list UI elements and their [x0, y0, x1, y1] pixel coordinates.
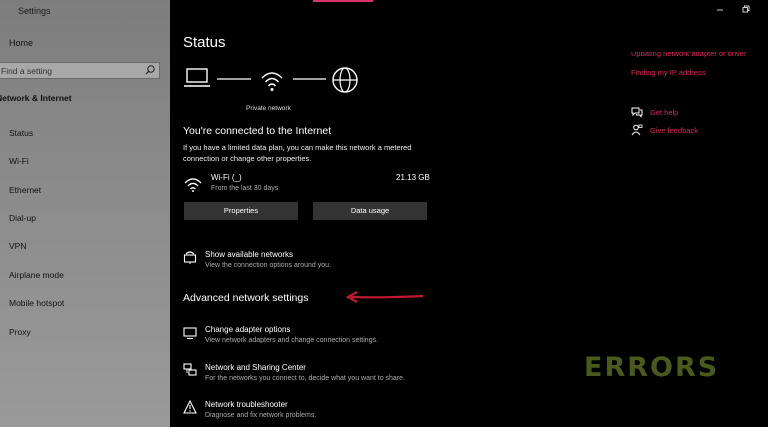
watermark: ERRORS: [584, 352, 720, 383]
sidebar-item-wifi[interactable]: Wi-Fi: [9, 156, 29, 166]
available-networks-icon: [183, 251, 197, 264]
change-adapter-link[interactable]: Change adapter options: [205, 325, 290, 334]
sidebar: Settings Home Find a setting Network & I…: [0, 0, 170, 427]
restore-icon: [742, 5, 750, 13]
show-networks-desc: View the connection options around you.: [205, 262, 331, 269]
feedback-icon: [631, 124, 643, 136]
page-title: Status: [183, 34, 226, 51]
minimize-button[interactable]: [716, 5, 724, 15]
sidebar-item-dialup[interactable]: Dial-up: [9, 213, 36, 223]
troubleshooter-desc: Diagnose and fix network problems.: [205, 412, 317, 419]
sidebar-item-proxy[interactable]: Proxy: [9, 327, 31, 337]
wifi-signal-icon: [184, 178, 202, 192]
show-networks-link[interactable]: Show available networks: [205, 250, 293, 259]
properties-button[interactable]: Properties: [184, 202, 298, 220]
connection-heading: You're connected to the Internet: [183, 125, 332, 137]
get-help-link[interactable]: Get help: [650, 108, 678, 117]
updating-adapter-link[interactable]: Updating network adapter or driver: [631, 52, 768, 59]
sidebar-item-ethernet[interactable]: Ethernet: [9, 185, 41, 195]
data-usage-value: 21.13 GB: [396, 173, 430, 182]
title-bar-accent: [313, 0, 373, 2]
adapter-icon: [183, 327, 197, 340]
globe-icon: [332, 67, 358, 93]
sidebar-item-status[interactable]: Status: [9, 128, 33, 138]
help-icon: [631, 107, 643, 118]
search-input[interactable]: Find a setting: [1, 66, 52, 76]
connection-description: If you have a limited data plan, you can…: [183, 143, 412, 163]
search-box[interactable]: Find a setting: [0, 62, 160, 79]
network-type-label: Private network: [246, 105, 291, 112]
sidebar-item-vpn[interactable]: VPN: [9, 241, 26, 251]
search-icon[interactable]: [144, 64, 156, 76]
window-title: Settings: [18, 6, 51, 16]
home-label: Home: [9, 38, 34, 48]
network-name: Wi-Fi (_): [211, 173, 242, 182]
sidebar-item-mobile-hotspot[interactable]: Mobile hotspot: [9, 298, 64, 308]
sharing-center-desc: For the networks you connect to, decide …: [205, 375, 405, 382]
change-adapter-desc: View network adapters and change connect…: [205, 337, 379, 344]
arrow-annotation-icon: [345, 291, 424, 303]
sharing-center-icon: [183, 363, 197, 376]
advanced-settings-heading: Advanced network settings: [183, 292, 309, 304]
laptop-icon: [184, 68, 210, 87]
usage-period: From the last 30 days: [211, 185, 279, 192]
wifi-icon: [261, 72, 283, 91]
data-usage-button[interactable]: Data usage: [313, 202, 427, 220]
restore-button[interactable]: [742, 5, 750, 15]
section-title: Network & Internet: [0, 93, 72, 103]
give-feedback-link[interactable]: Give feedback: [650, 126, 698, 135]
sidebar-item-airplane-mode[interactable]: Airplane mode: [9, 270, 64, 280]
sharing-center-link[interactable]: Network and Sharing Center: [205, 363, 306, 372]
ip-address-link[interactable]: Finding my IP address: [631, 68, 705, 77]
minimize-icon: [717, 9, 723, 11]
troubleshooter-link[interactable]: Network troubleshooter: [205, 400, 288, 409]
warning-icon: [183, 400, 197, 414]
sidebar-item-home[interactable]: Home: [9, 38, 33, 48]
